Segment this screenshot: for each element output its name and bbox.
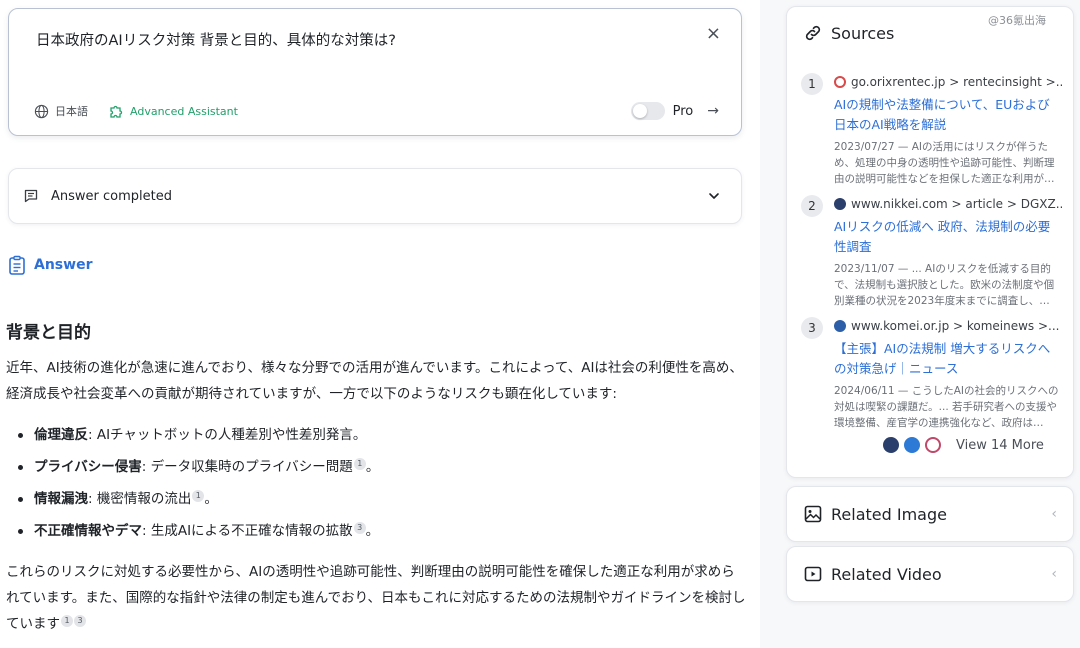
favicon-icon [904, 437, 920, 453]
source-snippet: 2023/07/27 — AIの活用にはリスクが伴うため、処理の中身の透明性や追… [834, 141, 1055, 185]
query-toolbar: 日本語 Advanced Assistant Pro → [34, 101, 719, 121]
favicon-icon [834, 198, 846, 210]
pro-toggle[interactable] [630, 102, 665, 120]
sources-panel: Sources 1 go.orixrentec.jp > rentecinsig… [786, 6, 1074, 478]
related-image-panel[interactable]: Related Image ‹ [786, 486, 1074, 542]
list-item-tail: 。 [365, 459, 380, 475]
puzzle-icon [110, 105, 123, 118]
risk-list: 倫理違反: AIチャットボットの人種差別や性差別発言。 プライバシー侵害: デー… [18, 419, 746, 547]
list-item: 情報漏洩: 機密情報の流出 1。 [18, 483, 746, 515]
video-icon [804, 566, 822, 582]
list-item-term: プライバシー侵害 [34, 459, 142, 475]
paragraph-measures-text: これらのリスクに対処する必要性から、AIの透明性や追跡可能性、判断理由の説明可能… [6, 564, 746, 632]
answer-heading: Answer [8, 255, 92, 275]
view-more-row[interactable]: View 14 More [883, 437, 1044, 453]
list-item-tail: 。 [365, 523, 380, 539]
favicon-icon [925, 437, 941, 453]
assistant-label: Advanced Assistant [130, 104, 238, 118]
assistant-selector[interactable]: Advanced Assistant [108, 103, 238, 119]
citation-badge[interactable]: 1 [61, 614, 73, 627]
pro-toggle-knob [632, 104, 647, 118]
related-image-title: Related Image [831, 504, 947, 524]
chevron-left-icon[interactable]: ‹ [1051, 506, 1057, 522]
section-heading: 背景と目的 [6, 323, 91, 343]
citation-badge[interactable]: 3 [353, 521, 366, 534]
favicon-icon [834, 76, 846, 88]
source-domain-text: go.orixrentec.jp > rentecinsight >... [851, 75, 1062, 89]
clipboard-icon [9, 255, 25, 275]
list-item-text: : 機密情報の流出 [88, 491, 192, 507]
message-icon [24, 189, 38, 203]
paragraph-intro: 近年、AI技術の進化が急速に進んでおり、様々な分野での活用が進んでいます。これに… [6, 360, 743, 402]
list-item-term: 倫理違反 [34, 427, 88, 443]
list-item: プライバシー侵害: データ収集時のプライバシー問題 1。 [18, 451, 746, 483]
source-domain: www.komei.or.jp > komeinews >... [834, 319, 1062, 333]
list-item-tail: 。 [204, 491, 218, 507]
source-title-link[interactable]: 【主張】AIの法規制 増大するリスクへの対策急げ｜ニュース [834, 339, 1060, 379]
status-text: Answer completed [51, 188, 172, 204]
watermark: @36氪出海 [988, 14, 1046, 27]
source-domain-text: www.nikkei.com > article > DGXZ... [851, 197, 1062, 211]
view-more-link[interactable]: View 14 More [956, 438, 1044, 453]
source-domain-text: www.komei.or.jp > komeinews >... [851, 319, 1060, 333]
list-item-text: : データ収集時のプライバシー問題 [141, 459, 353, 475]
source-number: 1 [801, 73, 823, 95]
link-icon [805, 25, 821, 41]
citation-badge[interactable]: 1 [353, 457, 366, 470]
source-number: 3 [801, 317, 823, 339]
send-arrow-icon[interactable]: → [707, 103, 719, 119]
list-item-text: : AIチャットボットの人種差別や性差別発言。 [88, 427, 367, 443]
query-card[interactable]: 日本政府のAIリスク対策 背景と目的、具体的な対策は? × 日本語 Advanc… [8, 8, 742, 136]
list-item: 倫理違反: AIチャットボットの人種差別や性差別発言。 [18, 419, 746, 451]
source-number: 2 [801, 195, 823, 217]
related-video-panel[interactable]: Related Video ‹ [786, 546, 1074, 602]
chevron-down-icon[interactable] [707, 189, 721, 203]
main-panel: 日本政府のAIリスク対策 背景と目的、具体的な対策は? × 日本語 Advanc… [0, 0, 760, 648]
paragraph-measures: これらのリスクに対処する必要性から、AIの透明性や追跡可能性、判断理由の説明可能… [6, 559, 746, 637]
citation-badge[interactable]: 1 [192, 489, 205, 502]
favicon-icon [834, 320, 846, 332]
image-icon [804, 505, 822, 523]
source-title-link[interactable]: AIの規制や法整備について、EUおよび日本のAI戦略を解説 [834, 95, 1060, 135]
list-item-text: : 生成AIによる不正確な情報の拡散 [142, 523, 353, 539]
source-domain: www.nikkei.com > article > DGXZ... [834, 197, 1062, 211]
list-item-term: 不正確情報やデマ [34, 523, 142, 539]
citation-badge[interactable]: 3 [74, 614, 86, 627]
source-title-link[interactable]: AIリスクの低減へ 政府、法規制の必要性調査 [834, 217, 1060, 257]
source-snippet: 2023/11/07 — ... AIのリスクを低減する目的で、法規制も選択肢と… [834, 263, 1055, 307]
close-icon[interactable]: × [706, 23, 721, 44]
language-selector[interactable]: 日本語 [34, 103, 88, 119]
source-snippet: 2024/06/11 — こうしたAIの社会的リスクへの対処は喫緊の課題だ。..… [834, 385, 1059, 429]
list-item: 不正確情報やデマ: 生成AIによる不正確な情報の拡散 3。 [18, 515, 746, 547]
query-text[interactable]: 日本政府のAIリスク対策 背景と目的、具体的な対策は? [36, 29, 396, 50]
favicon-icon [883, 437, 899, 453]
chevron-left-icon[interactable]: ‹ [1051, 566, 1057, 582]
answer-label: Answer [34, 257, 93, 273]
related-video-title: Related Video [831, 564, 942, 584]
globe-icon [34, 104, 49, 118]
answer-content: 背景と目的 近年、AI技術の進化が急速に進んでおり、様々な分野での活用が進んでい… [6, 318, 746, 637]
pro-label: Pro [672, 103, 694, 119]
list-item-term: 情報漏洩 [34, 491, 88, 507]
language-label: 日本語 [55, 105, 88, 118]
source-domain: go.orixrentec.jp > rentecinsight >... [834, 75, 1062, 89]
answer-status-card[interactable]: Answer completed [8, 168, 742, 224]
